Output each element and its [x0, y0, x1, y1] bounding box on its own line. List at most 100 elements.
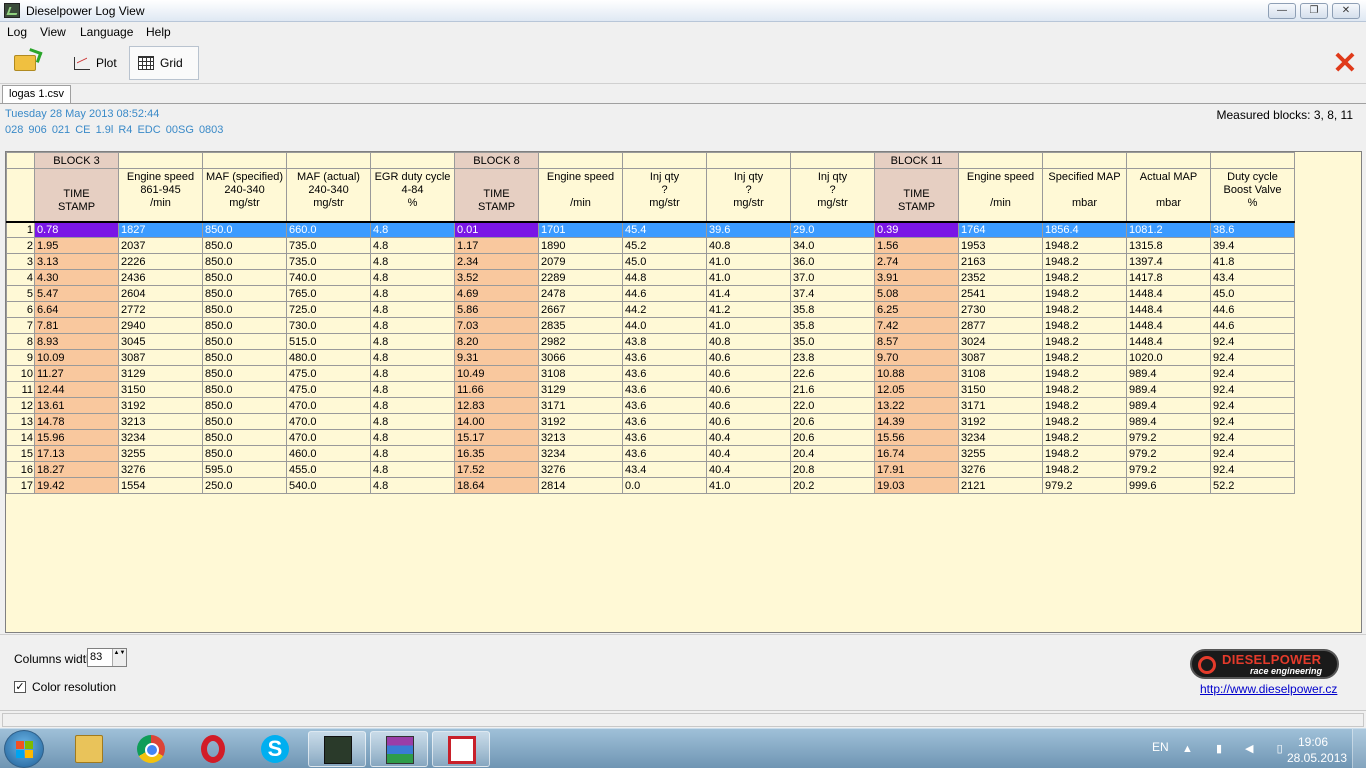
grid-cell[interactable]: 1701 — [538, 220, 623, 238]
grid-cell[interactable]: 1081.2 — [1126, 220, 1211, 238]
grid-cell[interactable]: 43.6 — [622, 381, 707, 398]
grid-cell[interactable]: 3150 — [958, 381, 1043, 398]
grid-cell[interactable]: 1948.2 — [1042, 285, 1127, 302]
grid-cell[interactable]: 41.2 — [706, 301, 791, 318]
grid-cell[interactable]: 40.6 — [706, 381, 791, 398]
timestamp-cell[interactable]: 15.96 — [34, 429, 119, 446]
grid-cell[interactable]: 43.6 — [622, 349, 707, 366]
grid-cell[interactable]: 3276 — [958, 461, 1043, 478]
grid-cell[interactable]: 1764 — [958, 220, 1043, 238]
grid-cell[interactable]: 3276 — [118, 461, 203, 478]
grid-cell[interactable]: 4.8 — [370, 461, 455, 478]
grid-cell[interactable]: 1448.4 — [1126, 285, 1211, 302]
grid-cell[interactable]: 2226 — [118, 253, 203, 270]
grid-cell[interactable]: 3213 — [538, 429, 623, 446]
grid-cell[interactable]: 20.6 — [790, 413, 875, 430]
open-file-button[interactable] — [6, 46, 46, 80]
grid-cell[interactable]: 39.6 — [706, 220, 791, 238]
timestamp-cell[interactable]: 7.03 — [454, 317, 539, 334]
grid-row[interactable]: 13 14.78 3213 850.0 470.0 4.8 14.00 3192 43.6 40.… — [6, 413, 1295, 430]
grid-cell[interactable]: 44.0 — [622, 317, 707, 334]
grid-row[interactable]: 16 18.27 3276 595.0 455.0 4.8 17.52 3276 43.4 40.… — [6, 461, 1295, 478]
grid-cell[interactable]: 725.0 — [286, 301, 371, 318]
grid-cell[interactable]: 850.0 — [202, 381, 287, 398]
timestamp-cell[interactable]: 13.22 — [874, 397, 959, 414]
grid-cell[interactable]: 595.0 — [202, 461, 287, 478]
grid-cell[interactable]: 3192 — [118, 397, 203, 414]
grid-cell[interactable]: 1448.4 — [1126, 317, 1211, 334]
timestamp-cell[interactable]: 16.35 — [454, 445, 539, 462]
grid-cell[interactable]: 2037 — [118, 237, 203, 254]
timestamp-cell[interactable]: 13.61 — [34, 397, 119, 414]
grid-cell[interactable]: 40.6 — [706, 349, 791, 366]
timestamp-cell[interactable]: 17.91 — [874, 461, 959, 478]
grid-cell[interactable]: 2877 — [958, 317, 1043, 334]
grid-cell[interactable]: 1890 — [538, 237, 623, 254]
timestamp-cell[interactable]: 3.13 — [34, 253, 119, 270]
timestamp-cell[interactable]: 14.78 — [34, 413, 119, 430]
grid-cell[interactable]: 2814 — [538, 477, 623, 494]
clock-date[interactable]: 28.05.2013 — [1287, 751, 1347, 765]
grid-cell[interactable]: 41.0 — [706, 253, 791, 270]
grid-cell[interactable]: 850.0 — [202, 365, 287, 382]
grid-cell[interactable]: 92.4 — [1210, 445, 1295, 462]
grid-cell[interactable]: 40.4 — [706, 429, 791, 446]
grid-cell[interactable]: 3066 — [538, 349, 623, 366]
grid-cell[interactable]: 1948.2 — [1042, 333, 1127, 350]
grid-cell[interactable]: 3129 — [538, 381, 623, 398]
grid-cell[interactable]: 735.0 — [286, 253, 371, 270]
timestamp-cell[interactable]: 9.70 — [874, 349, 959, 366]
grid-cell[interactable]: 850.0 — [202, 237, 287, 254]
grid-row[interactable]: 3 3.13 2226 850.0 735.0 4.8 2.34 2079 45.0 41.0 36… — [6, 253, 1295, 270]
taskbar-chrome[interactable] — [122, 731, 180, 767]
grid-cell[interactable]: 2730 — [958, 301, 1043, 318]
close-log-icon[interactable]: ✕ — [1332, 49, 1358, 79]
grid-cell[interactable]: 850.0 — [202, 445, 287, 462]
timestamp-cell[interactable]: 12.83 — [454, 397, 539, 414]
timestamp-cell[interactable]: 0.78 — [34, 220, 119, 238]
grid-cell[interactable]: 470.0 — [286, 413, 371, 430]
grid-cell[interactable]: 1554 — [118, 477, 203, 494]
grid-cell[interactable]: 23.8 — [790, 349, 875, 366]
grid-cell[interactable]: 3024 — [958, 333, 1043, 350]
grid-row[interactable]: 14 15.96 3234 850.0 470.0 4.8 15.17 3213 43.6 40.… — [6, 429, 1295, 446]
timestamp-cell[interactable]: 15.17 — [454, 429, 539, 446]
columns-width-spinner[interactable]: ▲▼ — [112, 649, 126, 666]
grid-row[interactable]: 6 6.64 2772 850.0 725.0 4.8 5.86 2667 44.2 41.2 35… — [6, 301, 1295, 318]
grid-cell[interactable]: 1448.4 — [1126, 301, 1211, 318]
grid-cell[interactable]: 850.0 — [202, 253, 287, 270]
grid-cell[interactable]: 2982 — [538, 333, 623, 350]
grid-cell[interactable]: 850.0 — [202, 333, 287, 350]
timestamp-cell[interactable]: 7.42 — [874, 317, 959, 334]
grid-cell[interactable]: 735.0 — [286, 237, 371, 254]
grid-cell[interactable]: 45.0 — [1210, 285, 1295, 302]
grid-cell[interactable]: 37.4 — [790, 285, 875, 302]
grid-cell[interactable]: 1397.4 — [1126, 253, 1211, 270]
grid-cell[interactable]: 3234 — [958, 429, 1043, 446]
grid-cell[interactable]: 850.0 — [202, 301, 287, 318]
grid-cell[interactable]: 92.4 — [1210, 429, 1295, 446]
grid-row[interactable]: 15 17.13 3255 850.0 460.0 4.8 16.35 3234 43.6 40.… — [6, 445, 1295, 462]
grid-cell[interactable]: 989.4 — [1126, 413, 1211, 430]
grid-cell[interactable]: 3234 — [538, 445, 623, 462]
grid-cell[interactable]: 4.8 — [370, 285, 455, 302]
grid-cell[interactable]: 44.8 — [622, 269, 707, 286]
grid-cell[interactable]: 43.4 — [1210, 269, 1295, 286]
grid-cell[interactable]: 40.8 — [706, 237, 791, 254]
grid-cell[interactable]: 3129 — [118, 365, 203, 382]
menu-help[interactable]: Help — [146, 25, 171, 39]
grid-cell[interactable]: 4.8 — [370, 317, 455, 334]
grid-cell[interactable]: 4.8 — [370, 349, 455, 366]
grid-cell[interactable]: 3108 — [958, 365, 1043, 382]
grid-cell[interactable]: 3234 — [118, 429, 203, 446]
grid-cell[interactable]: 1948.2 — [1042, 397, 1127, 414]
grid-cell[interactable]: 92.4 — [1210, 333, 1295, 350]
grid-cell[interactable]: 2352 — [958, 269, 1043, 286]
plot-button[interactable]: Plot — [66, 46, 126, 80]
grid-cell[interactable]: 4.8 — [370, 365, 455, 382]
grid-cell[interactable]: 475.0 — [286, 381, 371, 398]
timestamp-cell[interactable]: 12.05 — [874, 381, 959, 398]
grid-cell[interactable]: 43.6 — [622, 397, 707, 414]
timestamp-cell[interactable]: 9.31 — [454, 349, 539, 366]
timestamp-cell[interactable]: 3.52 — [454, 269, 539, 286]
